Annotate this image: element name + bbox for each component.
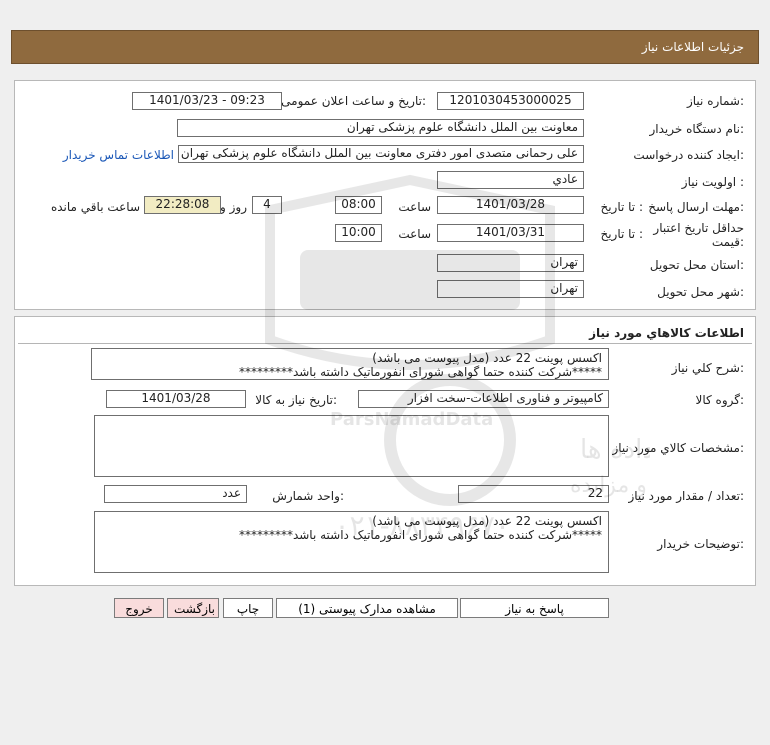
buyer-contact-link[interactable]: اطلاعات تماس خریدار bbox=[63, 148, 174, 162]
buyer-notes-line-1: اکسس پوینت 22 عدد (مدل پیوست می باشد) bbox=[372, 514, 602, 528]
specs-field[interactable] bbox=[94, 415, 609, 477]
deadline-time-label: ساعت bbox=[398, 200, 431, 214]
buyer-notes-label: توضیحات خریدار: bbox=[657, 537, 744, 551]
goods-section-divider bbox=[18, 343, 752, 344]
announce-datetime-label: تاریخ و ساعت اعلان عمومی: bbox=[281, 94, 426, 108]
goods-group-field[interactable]: کامپیوتر و فناوری اطلاعات-سخت افزار bbox=[358, 390, 609, 408]
buyer-org-field[interactable]: معاونت بین الملل دانشگاه علوم پزشکی تهرا… bbox=[177, 119, 584, 137]
requester-field[interactable]: علی رحمانی متصدی امور دفتری معاونت بین ا… bbox=[178, 145, 584, 163]
city-label: شهر محل تحویل: bbox=[657, 285, 744, 299]
view-attachments-button[interactable]: مشاهده مدارک پیوستی (1) bbox=[276, 598, 458, 618]
goods-section-title: اطلاعات کالاهاي مورد نياز bbox=[589, 326, 744, 340]
validity-to-date-label: تا تاریخ : bbox=[600, 227, 643, 241]
page-header: جزئیات اطلاعات نیاز bbox=[11, 30, 759, 64]
need-date-field[interactable]: 1401/03/28 bbox=[106, 390, 246, 408]
quantity-label: تعداد / مقدار مورد نیاز: bbox=[628, 489, 744, 503]
unit-field[interactable]: عدد bbox=[104, 485, 247, 503]
print-button[interactable]: چاپ bbox=[223, 598, 273, 618]
general-desc-field[interactable]: اکسس پوینت 22 عدد (مدل پیوست می باشد) **… bbox=[91, 348, 609, 380]
need-number-label: شماره نیاز: bbox=[686, 94, 744, 108]
need-number-field[interactable]: 1201030453000025 bbox=[437, 92, 584, 110]
quantity-field[interactable]: 22 bbox=[458, 485, 609, 503]
unit-label: واحد شمارش: bbox=[272, 489, 344, 503]
priority-label: اولویت نیاز : bbox=[681, 175, 744, 189]
reply-button[interactable]: پاسخ به نیاز bbox=[460, 598, 609, 618]
priority-field[interactable]: عادي bbox=[437, 171, 584, 189]
requester-label: ایجاد کننده درخواست: bbox=[633, 148, 744, 162]
page-title: جزئیات اطلاعات نیاز bbox=[641, 40, 744, 54]
deadline-date-field[interactable]: 1401/03/28 bbox=[437, 196, 584, 214]
days-and-label: روز و bbox=[220, 200, 247, 214]
remaining-time-field[interactable]: 22:28:08 bbox=[144, 196, 221, 214]
general-desc-line-1: اکسس پوینت 22 عدد (مدل پیوست می باشد) bbox=[372, 351, 602, 365]
remaining-time-label: ساعت باقي مانده bbox=[50, 200, 140, 214]
need-date-label: تاریخ نیاز به کالا: bbox=[255, 393, 337, 407]
province-label: استان محل تحویل: bbox=[649, 258, 744, 272]
deadline-time-field[interactable]: 08:00 bbox=[335, 196, 382, 214]
buyer-notes-line-2: *****شرکت کننده حتما گواهی شورای انفورما… bbox=[238, 528, 602, 542]
specs-label: مشخصات کالاي مورد نياز: bbox=[612, 441, 744, 455]
validity-time-field[interactable]: 10:00 bbox=[335, 224, 382, 242]
exit-button[interactable]: خروج bbox=[114, 598, 164, 618]
back-button[interactable]: بازگشت bbox=[167, 598, 219, 618]
deadline-label: مهلت ارسال پاسخ: bbox=[648, 200, 744, 214]
remaining-days-field[interactable]: 4 bbox=[252, 196, 282, 214]
buyer-notes-field[interactable]: اکسس پوینت 22 عدد (مدل پیوست می باشد) **… bbox=[94, 511, 609, 573]
province-field[interactable]: تهران bbox=[437, 254, 584, 272]
general-desc-label: شرح کلي نياز: bbox=[671, 361, 744, 375]
announce-datetime-field[interactable]: 1401/03/23 - 09:23 bbox=[132, 92, 282, 110]
deadline-to-date-label: تا تاریخ : bbox=[600, 200, 643, 214]
buyer-org-label: نام دستگاه خریدار: bbox=[649, 122, 745, 136]
details-panel bbox=[14, 80, 756, 310]
validity-time-label: ساعت bbox=[398, 227, 431, 241]
goods-group-label: گروه کالا: bbox=[695, 393, 745, 407]
validity-date-field[interactable]: 1401/03/31 bbox=[437, 224, 584, 242]
general-desc-line-2: *****شرکت کننده حتما گواهی شورای انفورما… bbox=[238, 365, 602, 379]
city-field[interactable]: تهران bbox=[437, 280, 584, 298]
validity-label: حداقل تاریخ اعتبار قیمت: bbox=[653, 221, 744, 249]
